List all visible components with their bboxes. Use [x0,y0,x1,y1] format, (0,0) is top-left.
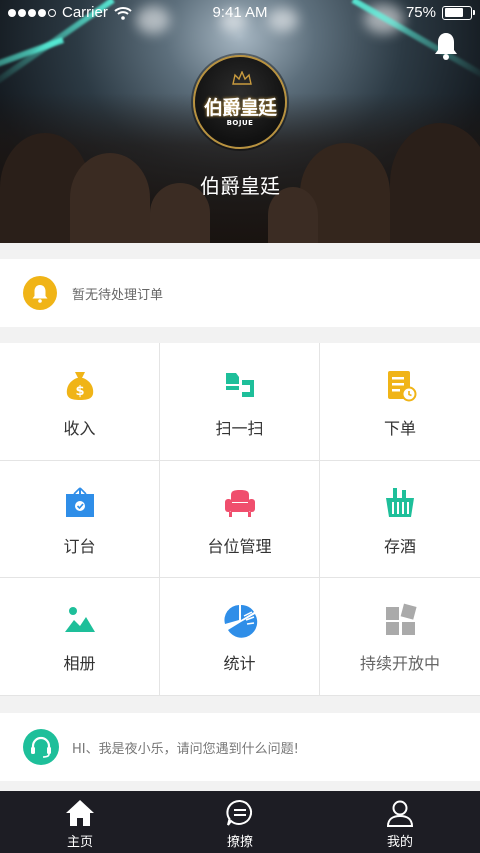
tab-home[interactable]: 主页 [0,791,160,853]
menu-item-coming-soon: 持续开放中 [320,578,480,696]
scan-icon [226,373,254,397]
menu-item-store-wine[interactable]: 存酒 [320,461,480,578]
more-icon [386,603,417,635]
tab-label: 我的 [386,835,413,850]
menu-item-income[interactable]: $ 收入 [0,343,160,461]
headset-icon [23,729,59,765]
logo-text: 伯爵皇廷 [203,97,277,119]
user-icon [386,800,414,827]
sofa-icon [225,490,255,517]
battery-icon [442,5,475,20]
menu-item-label: 相册 [63,654,96,673]
menu-item-label: 收入 [63,419,96,438]
chat-bubble-icon [226,799,253,826]
bell-icon [23,276,57,310]
menu-item-label: 存酒 [383,537,416,556]
menu-item-order[interactable]: 下单 [320,343,480,461]
menu-item-label: 订台 [63,537,96,556]
crown-icon [232,71,252,85]
order-icon [388,371,417,402]
pie-chart-icon [224,604,258,638]
function-grid: $ 收入 扫一扫 下单 订台 台位管理 存酒 相册 统计 持续开放中 [0,343,480,696]
bell-icon[interactable] [432,31,460,61]
basket-icon [386,488,414,517]
svg-text:$: $ [75,384,84,399]
status-bar: Carrier 9:41 AM 75% [0,0,480,26]
menu-item-label: 持续开放中 [359,654,440,673]
tab-label: 主页 [66,835,93,850]
assistant-chat-prompt[interactable]: HI、我是夜小乐，请问您遇到什么问题! [0,713,480,781]
menu-item-label: 下单 [383,419,416,438]
money-bag-icon: $ [66,372,94,400]
logo-subtext: BOJUE [226,119,254,127]
home-icon [66,800,94,826]
album-icon [65,607,95,632]
battery-percent: 75% [405,4,436,21]
venue-name: 伯爵皇廷 [200,174,280,198]
header-banner: Carrier 9:41 AM 75% 伯爵皇廷 BOJUE 伯爵皇廷 [0,0,480,243]
assistant-greeting: HI、我是夜小乐，请问您遇到什么问题! [72,742,299,757]
menu-item-label: 台位管理 [207,537,272,556]
tab-chat[interactable]: 撩撩 [160,791,320,853]
menu-item-reserve-table[interactable]: 订台 [0,461,160,578]
pending-orders-notice[interactable]: 暂无待处理订单 [0,259,480,327]
menu-item-label: 统计 [223,654,256,673]
menu-item-statistics[interactable]: 统计 [160,578,320,696]
tab-label: 撩撩 [226,835,253,850]
menu-item-table-management[interactable]: 台位管理 [160,461,320,578]
menu-item-album[interactable]: 相册 [0,578,160,696]
tab-profile[interactable]: 我的 [320,791,480,853]
reserve-icon [66,487,94,517]
notice-text: 暂无待处理订单 [72,288,164,303]
venue-logo: 伯爵皇廷 BOJUE [193,55,287,149]
menu-item-label: 扫一扫 [215,419,264,438]
bottom-tab-bar: 主页 撩撩 我的 [0,791,480,853]
menu-item-scan[interactable]: 扫一扫 [160,343,320,461]
